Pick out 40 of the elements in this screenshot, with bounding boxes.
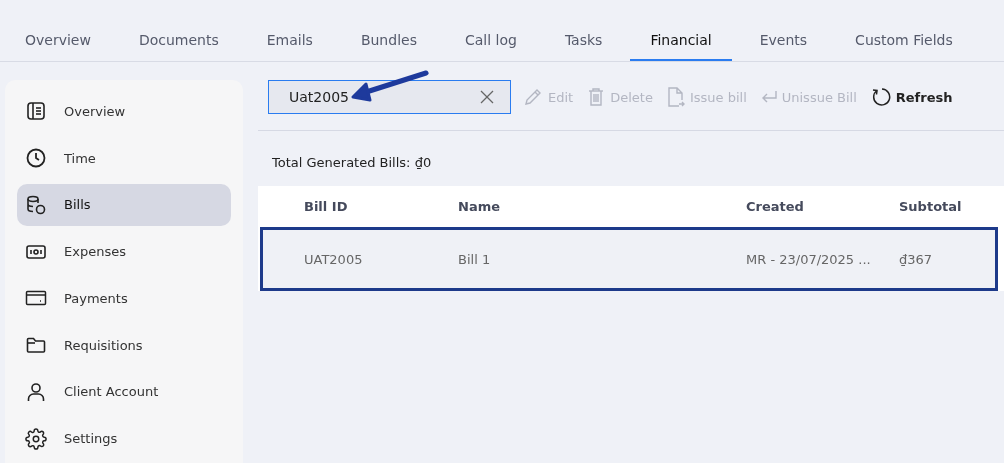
tab[interactable]: Custom Fields xyxy=(835,0,973,61)
file-arrow-icon xyxy=(666,86,685,108)
tab[interactable]: Overview xyxy=(5,0,111,61)
settings-icon xyxy=(25,427,47,450)
document-icon xyxy=(25,100,47,123)
tab[interactable]: Bundles xyxy=(340,0,437,61)
column-header: Name xyxy=(458,199,501,214)
table-cell-text: UAT2005 xyxy=(304,251,364,267)
sidebar-item[interactable]: Client Account xyxy=(17,370,231,414)
tab[interactable]: Emails xyxy=(246,0,333,61)
sidebar-item[interactable]: Payments xyxy=(17,277,231,320)
sidebar-item[interactable]: Settings xyxy=(17,417,231,460)
sidebar-item[interactable]: Time xyxy=(17,136,231,180)
table-cell-text: MR - 23/07/2025 ... xyxy=(746,251,872,267)
refresh-icon xyxy=(870,87,891,107)
tab[interactable]: Events xyxy=(739,0,828,61)
tab[interactable]: Financial xyxy=(630,0,732,61)
column-header: Bill ID xyxy=(304,199,349,214)
toolbar-button[interactable]: Refresh xyxy=(868,87,955,107)
coins-icon xyxy=(25,193,47,216)
search-field[interactable]: Uat2005 xyxy=(268,80,511,114)
clear-icon[interactable] xyxy=(480,90,494,104)
return-arrow-icon xyxy=(760,90,777,104)
sidebar-item[interactable]: Expenses xyxy=(17,230,231,273)
pencil-icon xyxy=(523,87,543,107)
sidebar-item[interactable]: Bills xyxy=(17,183,231,227)
sidebar-item[interactable]: Requisitions xyxy=(17,323,231,367)
table-row[interactable]: UAT2005 Bill 1 MR - 23/07/2025 ... ₫367 xyxy=(260,227,998,291)
column-header: Subtotal xyxy=(899,199,963,214)
tab[interactable]: Call log xyxy=(444,0,537,61)
column-header: Created xyxy=(746,199,805,214)
table-cell-text: ₫367 xyxy=(899,251,934,267)
total-bills-label: Total Generated Bills: ₫0 xyxy=(271,154,433,172)
user-icon xyxy=(25,380,47,403)
tab[interactable]: Tasks xyxy=(544,0,623,61)
tab[interactable]: Documents xyxy=(118,0,239,61)
sidebar-item[interactable]: Overview xyxy=(17,90,231,133)
clock-icon xyxy=(25,147,47,170)
trash-icon xyxy=(587,87,606,107)
table-cell-text: Bill 1 xyxy=(458,251,492,267)
